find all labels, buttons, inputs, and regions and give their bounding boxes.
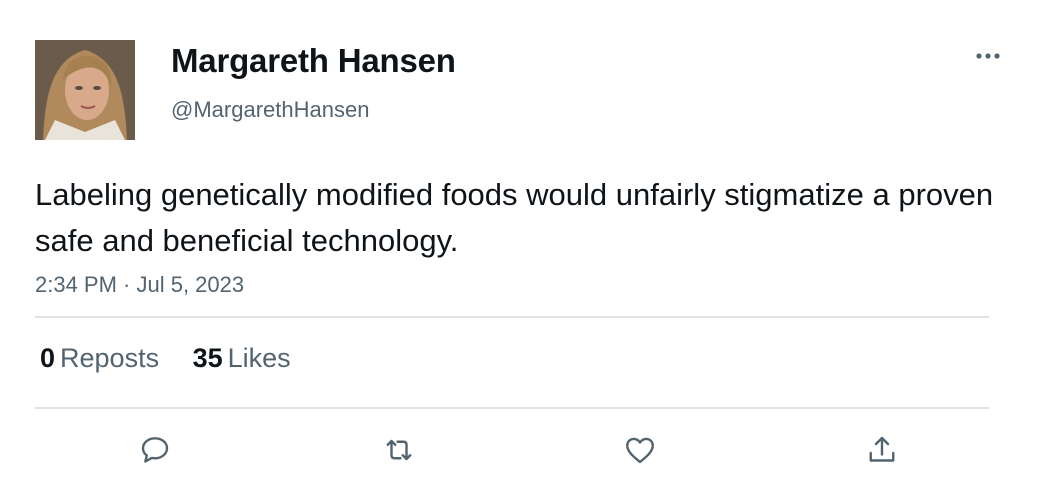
likes-stat[interactable]: 35 Likes <box>193 343 291 374</box>
display-name[interactable]: Margareth Hansen <box>171 42 456 80</box>
like-icon <box>626 437 654 464</box>
divider <box>35 316 989 318</box>
likes-label: Likes <box>227 343 291 373</box>
divider <box>35 407 989 409</box>
reposts-count: 0 <box>40 343 56 373</box>
more-options-icon[interactable] <box>970 44 1006 68</box>
avatar-photo <box>35 40 135 140</box>
likes-count: 35 <box>192 343 223 373</box>
tweet-text: Labeling genetically modified foods woul… <box>35 177 994 258</box>
user-handle[interactable]: @MargarethHansen <box>171 97 369 123</box>
repost-icon <box>386 439 412 461</box>
like-button[interactable] <box>620 430 660 470</box>
reply-icon <box>141 437 169 463</box>
tweet-timestamp[interactable]: 2:34 PM · Jul 5, 2023 <box>35 272 244 298</box>
reply-button[interactable] <box>135 430 175 470</box>
share-button[interactable] <box>862 430 902 470</box>
reposts-stat[interactable]: 0 Reposts <box>40 343 159 374</box>
avatar[interactable] <box>35 40 135 140</box>
engagement-stats: 0 Reposts 35 Likes <box>40 343 317 374</box>
repost-button[interactable] <box>379 430 419 470</box>
reposts-label: Reposts <box>60 343 160 373</box>
tweet-card: Margareth Hansen @MargarethHansen Labeli… <box>0 0 1050 480</box>
share-icon <box>869 436 895 462</box>
